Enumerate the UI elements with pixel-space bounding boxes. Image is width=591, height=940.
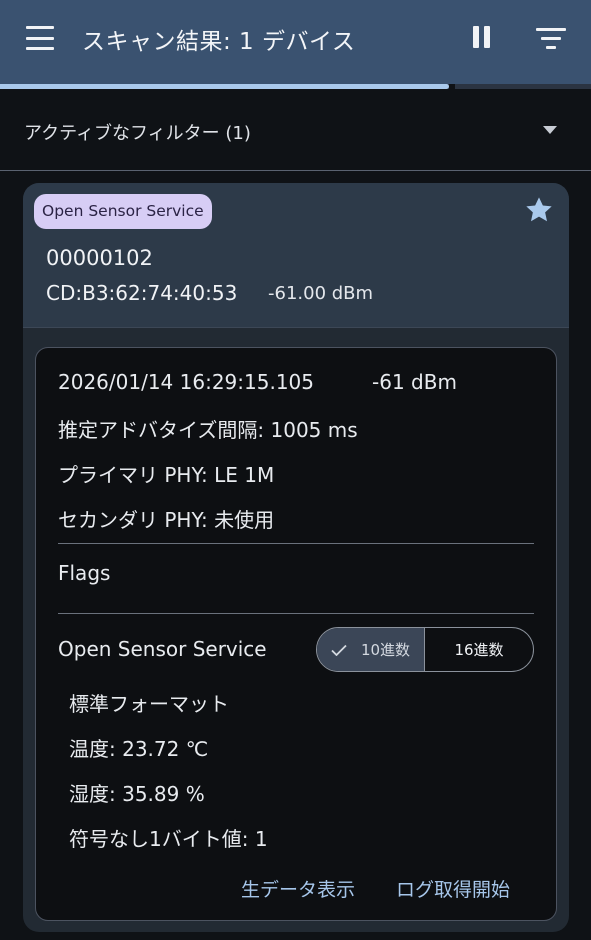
service-chip: Open Sensor Service [34, 194, 212, 229]
pause-icon[interactable] [471, 26, 493, 50]
device-card[interactable]: Open Sensor Service 00000102 CD:B3:62:74… [23, 183, 569, 932]
app-bar: スキャン結果: 1 デバイス [0, 0, 591, 84]
divider [58, 613, 534, 614]
filter-list-icon[interactable] [536, 27, 566, 49]
device-rssi: -61.00 dBm [268, 283, 374, 304]
decimal-format-label: 10進数 [360, 641, 411, 659]
adv-interval: 推定アドバタイズ間隔: 1005 ms [58, 418, 358, 442]
packet-rssi: -61 dBm [372, 370, 457, 394]
flags-label: Flags [58, 561, 111, 585]
device-name: 00000102 [46, 246, 153, 270]
device-mac-address: CD:B3:62:74:40:53 [46, 281, 238, 305]
raw-data-button[interactable]: 生データ表示 [241, 875, 355, 902]
star-icon[interactable] [523, 194, 555, 226]
device-card-header[interactable]: Open Sensor Service 00000102 CD:B3:62:74… [23, 183, 569, 328]
temperature-value: 温度: 23.72 ℃ [69, 737, 209, 761]
advertisement-packet-panel: 2026/01/14 16:29:15.105 -61 dBm 推定アドバタイズ… [35, 347, 557, 921]
hex-format-label: 16進数 [454, 641, 504, 659]
data-format: 標準フォーマット [69, 692, 229, 716]
service-title: Open Sensor Service [58, 637, 267, 661]
active-filter-label: アクティブなフィルター (1) [24, 123, 251, 144]
primary-phy: プライマリ PHY: LE 1M [58, 463, 275, 487]
chevron-down-icon[interactable] [543, 126, 557, 134]
start-log-button[interactable]: ログ取得開始 [396, 875, 510, 902]
humidity-value: 湿度: 35.89 % [69, 782, 205, 806]
menu-icon[interactable] [26, 26, 54, 50]
active-filter-row[interactable]: アクティブなフィルター (1) [0, 89, 591, 171]
number-format-toggle: 10進数 16進数 [316, 627, 534, 672]
divider [58, 543, 534, 544]
secondary-phy: セカンダリ PHY: 未使用 [58, 508, 275, 532]
packet-timestamp: 2026/01/14 16:29:15.105 [58, 370, 314, 394]
decimal-format-button[interactable]: 10進数 [317, 628, 425, 671]
page-title: スキャン結果: 1 デバイス [82, 29, 356, 55]
check-icon [331, 644, 347, 656]
hex-format-button[interactable]: 16進数 [425, 628, 533, 671]
unsigned-byte-value: 符号なし1バイト値: 1 [69, 827, 268, 851]
